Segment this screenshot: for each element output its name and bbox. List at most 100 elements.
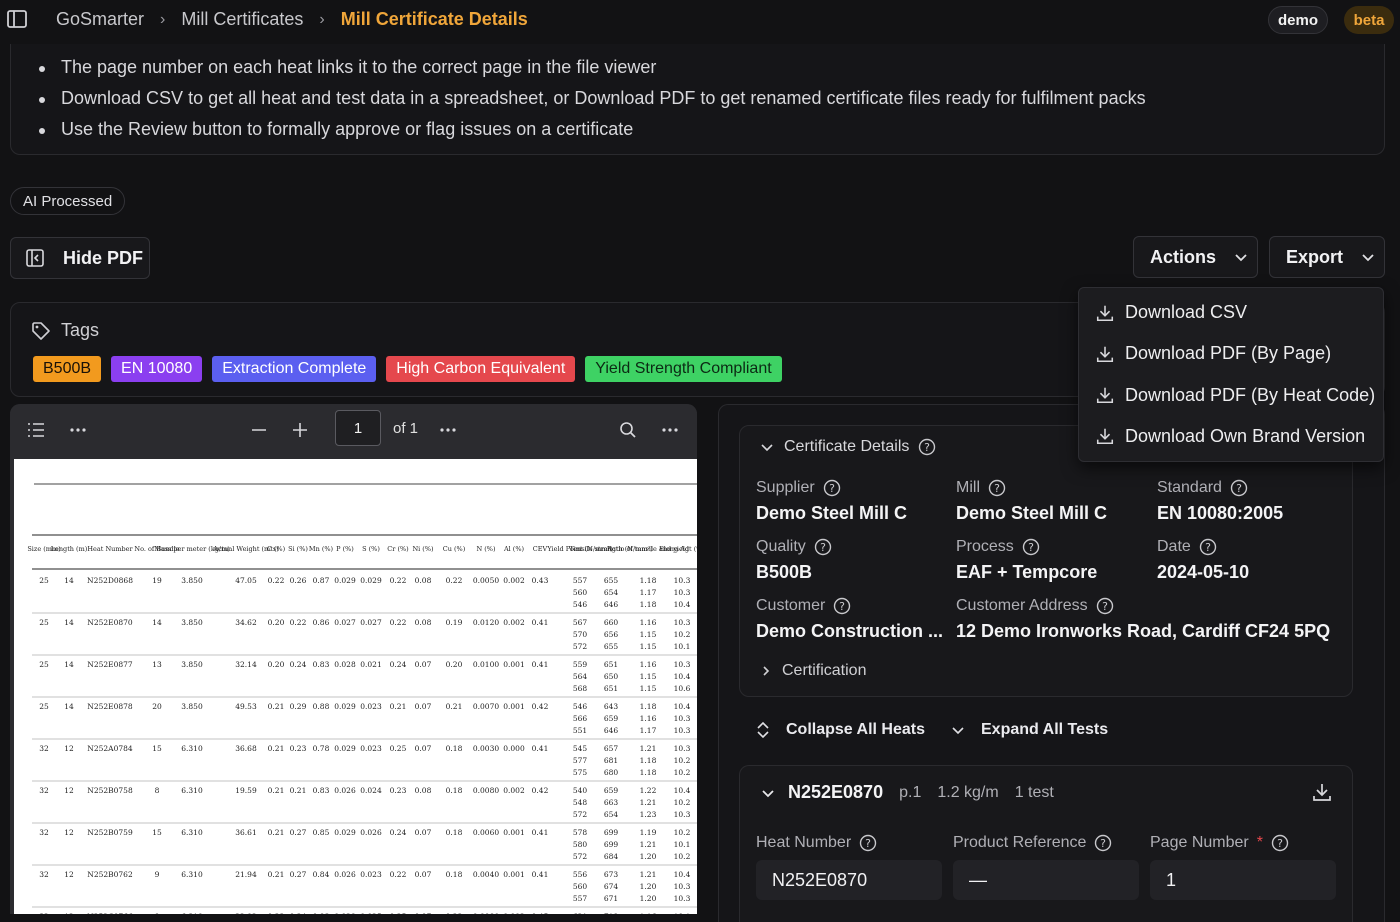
table-cell: 0.27 [290,870,307,879]
test-cell: 564 [573,672,588,681]
help-icon[interactable]: ? [918,438,936,456]
table-cell: 0.0120 [473,618,499,627]
product-reference-label-text: Product Reference [953,834,1087,851]
search-icon[interactable] [618,420,638,440]
test-cell: 10.2 [674,798,691,807]
hide-pdf-button[interactable]: Hide PDF [10,237,150,279]
info-list: The page number on each heat links it to… [11,44,1384,150]
test-cell: 546 [573,600,588,609]
product-reference-input[interactable]: — [953,860,1139,900]
test-cell: 10.6 [674,684,691,693]
test-cell: 559 [573,660,588,669]
table-cell: 0.43 [532,576,549,585]
heat-number-input[interactable]: N252E0870 [756,860,942,900]
field-label: Customer Address? [956,597,1330,615]
help-icon[interactable]: ? [1199,538,1217,556]
table-cell: 14 [152,618,162,627]
field-label: Standard? [1157,479,1283,497]
more-icon[interactable] [438,420,458,440]
test-cell: 10.4 [674,702,691,711]
page-number-field[interactable]: 1 [1150,860,1336,900]
help-icon[interactable]: ? [859,834,877,852]
table-cell: 0.07 [415,870,432,879]
help-icon[interactable]: ? [1094,834,1112,852]
test-cell: 580 [573,840,588,849]
export-menu-item[interactable]: Download PDF (By Heat Code) [1095,385,1375,406]
test-cell: 680 [604,768,619,777]
table-cell: 0.21 [268,870,285,879]
page-number-input[interactable]: 1 [335,410,381,446]
test-cell: 10.3 [674,810,691,819]
test-cell: 10.3 [674,894,691,903]
certificate-scan: Size (mm)Length (m) Heat Number No. of Bun… [27,483,697,914]
table-cell: 0.24 [390,660,407,669]
table-cell: 0.21 [268,744,285,753]
breadcrumb-mill-certificates[interactable]: Mill Certificates [181,9,303,30]
tag-badge: B500B [33,356,102,382]
table-cell: 0.025 [360,912,382,914]
more-icon[interactable] [660,420,680,440]
table-header: Length (m) [51,545,88,553]
table-header: Elong Agt (%) [659,545,697,553]
table-cell: 34.62 [235,618,257,627]
svg-text:?: ? [820,541,826,554]
field-label: Customer? [756,597,943,615]
test-cell: 10.4 [674,672,691,681]
test-cell: 1.21 [640,798,657,807]
field-label: Supplier? [756,479,907,497]
test-cell: 1.17 [640,588,657,597]
download-icon [1096,387,1114,404]
table-cell: 0.08 [415,618,432,627]
certification-toggle[interactable]: Certification [760,662,866,680]
table-cell: 0.023 [360,702,382,711]
collapse-all-heats-button[interactable]: Collapse All Heats [755,721,925,739]
field-label-text: Customer Address [956,597,1088,614]
more-icon[interactable] [68,420,88,440]
table-cell: 0.83 [313,660,330,669]
expand-all-tests-button[interactable]: Expand All Tests [950,721,1108,739]
sidebar-toggle-icon[interactable] [6,8,28,30]
table-cell: 3.850 [181,576,203,585]
export-label: Export [1286,246,1344,267]
help-icon[interactable]: ? [1022,538,1040,556]
export-menu-item[interactable]: Download Own Brand Version [1095,426,1365,447]
zoom-in-icon[interactable] [290,420,310,440]
help-icon[interactable]: ? [823,479,841,497]
help-icon[interactable]: ? [1271,834,1289,852]
table-cell: 0.18 [446,870,463,879]
field-value: EAF + Tempcore [956,562,1098,582]
export-menu-item[interactable]: Download PDF (By Page) [1095,343,1331,364]
help-icon[interactable]: ? [814,538,832,556]
tags-title: Tags [31,320,99,341]
table-cell: 0.22 [268,576,285,585]
list-icon[interactable] [26,420,46,440]
table-cell: 25 [39,702,49,711]
zoom-out-icon[interactable] [249,420,269,440]
user-badge[interactable]: demo [1268,6,1328,34]
actions-button[interactable]: Actions [1133,236,1258,278]
certificate-field: Supplier? Demo Steel Mill C [756,479,907,524]
download-icon[interactable] [1311,781,1333,803]
certificate-field: Customer Address? 12 Demo Ironworks Road,… [956,597,1330,642]
svg-text:?: ? [1277,837,1283,850]
heat-header[interactable]: N252E0870 p.1 1.2 kg/m 1 test [760,782,1054,803]
help-icon[interactable]: ? [1230,479,1248,497]
table-cell: 0.21 [268,828,285,837]
help-icon[interactable]: ? [833,597,851,615]
test-cell: 643 [604,702,619,711]
help-icon[interactable]: ? [1096,597,1114,615]
test-cell: 699 [604,840,619,849]
table-cell: 20 [152,702,162,711]
table-cell: 0.87 [313,576,330,585]
test-cell: 1.21 [640,840,657,849]
export-button[interactable]: Export [1269,236,1385,278]
breadcrumb-home[interactable]: GoSmarter [56,9,144,30]
table-cell: 6.310 [181,870,203,879]
help-icon[interactable]: ? [988,479,1006,497]
test-cell: 10.1 [674,840,691,849]
export-menu-item[interactable]: Download CSV [1095,302,1247,323]
field-label: Mill? [956,479,1107,497]
table-cell: 0.27 [290,828,307,837]
svg-text:?: ? [1205,541,1211,554]
certificate-details-toggle[interactable]: Certificate Details ? [760,438,936,456]
